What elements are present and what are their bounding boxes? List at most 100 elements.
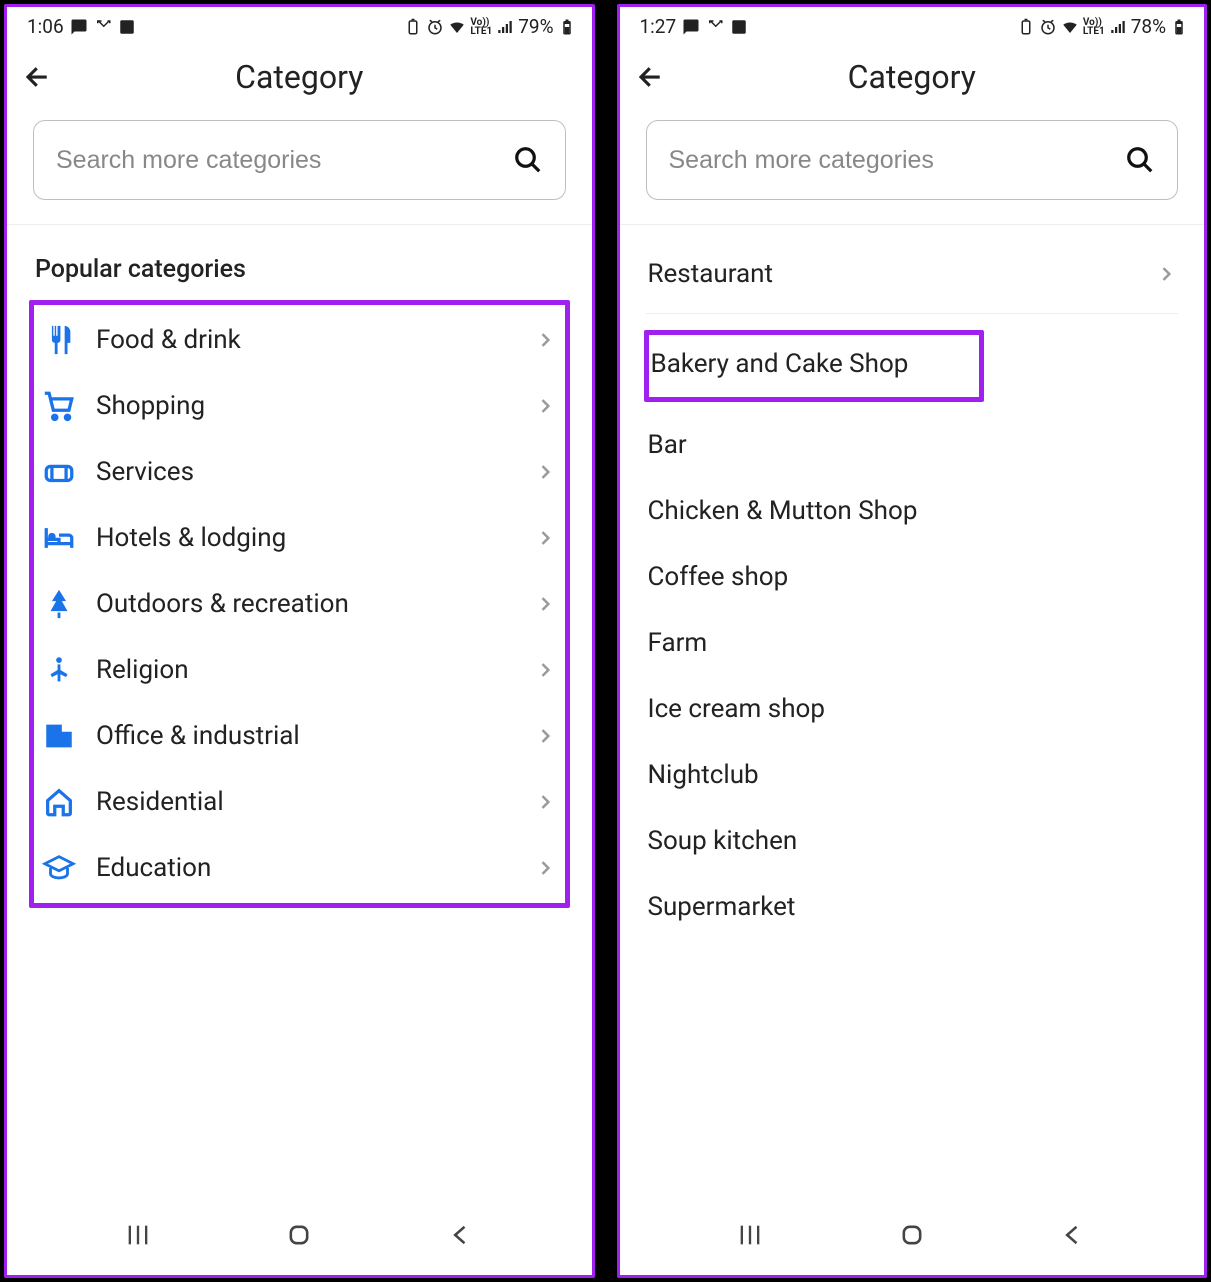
status-bar: 1:27 Vo))LTE1 78% <box>620 7 1205 40</box>
status-bar: 1:06 Vo))LTE1 79% <box>7 7 592 40</box>
chat-bubble-icon <box>682 18 700 36</box>
parent-category-row[interactable]: Restaurant <box>646 225 1179 314</box>
battery-icon <box>1170 18 1188 36</box>
subcategory-item[interactable]: Bar <box>646 412 1179 478</box>
category-religion[interactable]: Religion <box>34 637 565 703</box>
category-office[interactable]: Office & industrial <box>34 703 565 769</box>
battery-saver-icon <box>1017 18 1035 36</box>
category-services[interactable]: Services <box>34 439 565 505</box>
search-box[interactable] <box>33 120 566 200</box>
subcategory-label: Ice cream shop <box>648 694 825 724</box>
battery-text: 78% <box>1131 15 1166 38</box>
battery-saver-icon <box>404 18 422 36</box>
recents-button[interactable] <box>736 1221 764 1249</box>
subcategory-label: Coffee shop <box>648 562 789 592</box>
chat-bubble-icon <box>70 18 88 36</box>
subcategory-item[interactable]: Nightclub <box>646 742 1179 808</box>
religion-icon <box>42 653 76 687</box>
subcategory-label: Chicken & Mutton Shop <box>648 496 918 526</box>
subcategory-item[interactable]: Ice cream shop <box>646 676 1179 742</box>
subcategory-label: Farm <box>648 628 708 658</box>
recents-button[interactable] <box>124 1221 152 1249</box>
shopping-icon <box>42 389 76 423</box>
search-icon <box>1125 145 1155 175</box>
clock-text: 1:06 <box>27 15 64 38</box>
nav-bar <box>7 1205 592 1275</box>
category-label: Food & drink <box>96 325 535 355</box>
phone-missed-icon <box>706 18 724 36</box>
residential-icon <box>42 785 76 819</box>
subcategory-item[interactable]: Supermarket <box>646 874 1179 940</box>
image-icon <box>730 18 748 36</box>
subcategory-item[interactable]: Chicken & Mutton Shop <box>646 478 1179 544</box>
chevron-right-icon <box>535 330 555 350</box>
volte-icon: Vo))LTE1 <box>1083 18 1105 36</box>
category-label: Services <box>96 457 535 487</box>
chevron-right-icon <box>535 594 555 614</box>
subcategory-label: Supermarket <box>648 892 796 922</box>
category-label: Hotels & lodging <box>96 523 535 553</box>
app-bar: Category <box>620 40 1205 120</box>
chevron-right-icon <box>535 660 555 680</box>
services-icon <box>42 455 76 489</box>
education-icon <box>42 851 76 885</box>
chevron-right-icon <box>1156 264 1176 284</box>
wifi-icon <box>1061 18 1079 36</box>
image-icon <box>118 18 136 36</box>
alarm-icon <box>1039 18 1057 36</box>
chevron-right-icon <box>535 858 555 878</box>
category-label: Office & industrial <box>96 721 535 751</box>
home-button[interactable] <box>285 1221 313 1249</box>
battery-icon <box>558 18 576 36</box>
back-nav-button[interactable] <box>1059 1221 1087 1249</box>
section-title: Popular categories <box>7 225 592 294</box>
subcategory-label: Soup kitchen <box>648 826 798 856</box>
category-shopping[interactable]: Shopping <box>34 373 565 439</box>
wifi-icon <box>448 18 466 36</box>
office-icon <box>42 719 76 753</box>
back-nav-button[interactable] <box>447 1221 475 1249</box>
subcategory-item[interactable]: Soup kitchen <box>646 808 1179 874</box>
clock-text: 1:27 <box>640 15 677 38</box>
battery-text: 79% <box>518 15 553 38</box>
chevron-right-icon <box>535 462 555 482</box>
alarm-icon <box>426 18 444 36</box>
categories-highlight: Food & drink Shopping Services <box>29 300 570 908</box>
category-label: Religion <box>96 655 535 685</box>
category-label: Residential <box>96 787 535 817</box>
signal-icon <box>496 18 514 36</box>
category-label: Education <box>96 853 535 883</box>
subcategory-item[interactable]: Farm <box>646 610 1179 676</box>
category-education[interactable]: Education <box>34 835 565 901</box>
app-bar: Category <box>7 40 592 120</box>
category-residential[interactable]: Residential <box>34 769 565 835</box>
outdoors-icon <box>42 587 76 621</box>
subcategory-label: Bar <box>648 430 687 460</box>
signal-icon <box>1109 18 1127 36</box>
subcategory-label: Bakery and Cake Shop <box>651 349 909 379</box>
category-hotels[interactable]: Hotels & lodging <box>34 505 565 571</box>
page-title: Category <box>21 58 578 96</box>
subcategory-highlight[interactable]: Bakery and Cake Shop <box>644 330 985 402</box>
home-button[interactable] <box>898 1221 926 1249</box>
chevron-right-icon <box>535 528 555 548</box>
category-food-drink[interactable]: Food & drink <box>34 307 565 373</box>
hotel-icon <box>42 521 76 555</box>
chevron-right-icon <box>535 396 555 416</box>
nav-bar <box>620 1205 1205 1275</box>
search-input[interactable] <box>669 146 1126 175</box>
phone-right: 1:27 Vo))LTE1 78% <box>617 4 1208 1278</box>
page-title: Category <box>634 58 1191 96</box>
category-outdoors[interactable]: Outdoors & recreation <box>34 571 565 637</box>
phone-missed-icon <box>94 18 112 36</box>
subcategory-label: Nightclub <box>648 760 759 790</box>
search-box[interactable] <box>646 120 1179 200</box>
category-label: Outdoors & recreation <box>96 589 535 619</box>
food-drink-icon <box>42 323 76 357</box>
chevron-right-icon <box>535 792 555 812</box>
phone-left: 1:06 Vo))LTE1 79% <box>4 4 595 1278</box>
search-icon <box>513 145 543 175</box>
chevron-right-icon <box>535 726 555 746</box>
search-input[interactable] <box>56 146 513 175</box>
subcategory-item[interactable]: Coffee shop <box>646 544 1179 610</box>
